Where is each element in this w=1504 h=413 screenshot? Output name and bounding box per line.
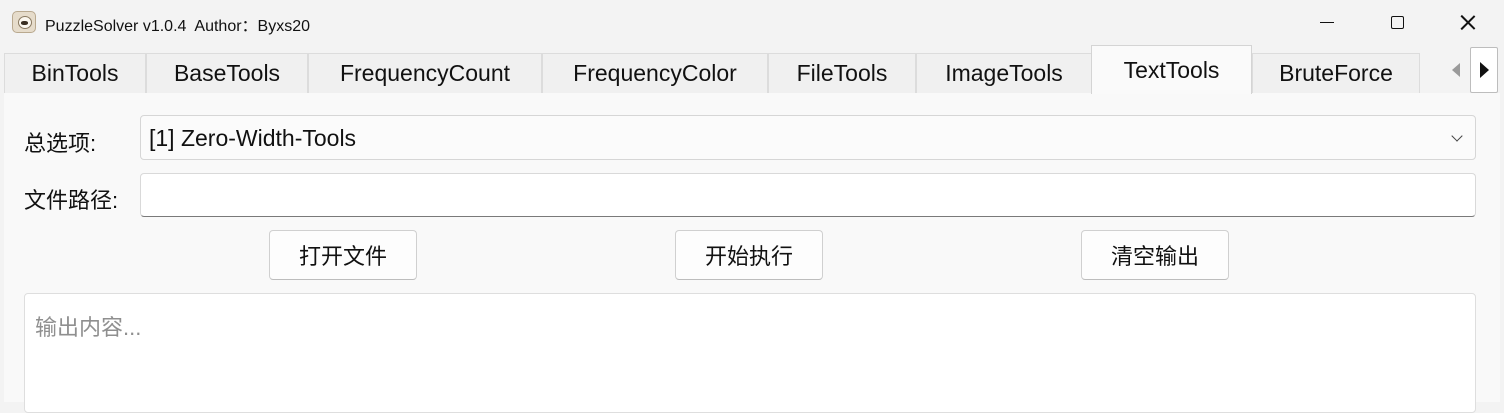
minimize-button[interactable] <box>1292 0 1362 44</box>
window-title: PuzzleSolver v1.0.4 Author：Byxs20 <box>45 18 311 35</box>
output-textarea[interactable]: 输出内容... <box>24 293 1476 413</box>
title-bar: PuzzleSolver v1.0.4 Author：Byxs20 <box>0 0 1504 44</box>
arrow-right-icon <box>1479 62 1489 78</box>
arrow-left-icon <box>1452 63 1460 77</box>
execute-button[interactable]: 开始执行 <box>675 230 823 280</box>
file-path-input[interactable] <box>140 173 1476 217</box>
option-select[interactable]: [1] Zero-Width-Tools <box>140 115 1476 160</box>
tab-filetools[interactable]: FileTools <box>768 53 916 93</box>
option-select-value: [1] Zero-Width-Tools <box>149 125 357 151</box>
file-path-label: 文件路径: <box>24 188 119 213</box>
tab-bintools[interactable]: BinTools <box>4 53 146 93</box>
tab-frequencycolor[interactable]: FrequencyColor <box>542 53 768 93</box>
tab-frequencycount[interactable]: FrequencyCount <box>308 53 542 93</box>
tab-bar: BinTools BaseTools FrequencyCount Freque… <box>4 45 1444 94</box>
maximize-button[interactable] <box>1362 0 1432 44</box>
close-icon <box>1460 15 1475 30</box>
maximize-icon <box>1390 15 1404 29</box>
tab-scroll-right-button[interactable] <box>1470 47 1498 93</box>
minimize-icon <box>1320 21 1334 23</box>
output-placeholder: 输出内容... <box>35 315 142 340</box>
app-logo-icon <box>12 11 36 33</box>
open-file-button[interactable]: 打开文件 <box>269 230 417 280</box>
chevron-down-icon <box>1451 130 1463 142</box>
tab-texttools[interactable]: TextTools <box>1091 45 1252 94</box>
tab-imagetools[interactable]: ImageTools <box>916 53 1092 93</box>
clear-output-button[interactable]: 清空输出 <box>1081 230 1229 280</box>
tab-bruteforce[interactable]: BruteForce <box>1252 53 1420 93</box>
close-button[interactable] <box>1432 0 1502 44</box>
tab-scroll-left-button[interactable] <box>1442 48 1470 92</box>
option-label: 总选项: <box>24 131 97 156</box>
tab-basetools[interactable]: BaseTools <box>146 53 308 93</box>
